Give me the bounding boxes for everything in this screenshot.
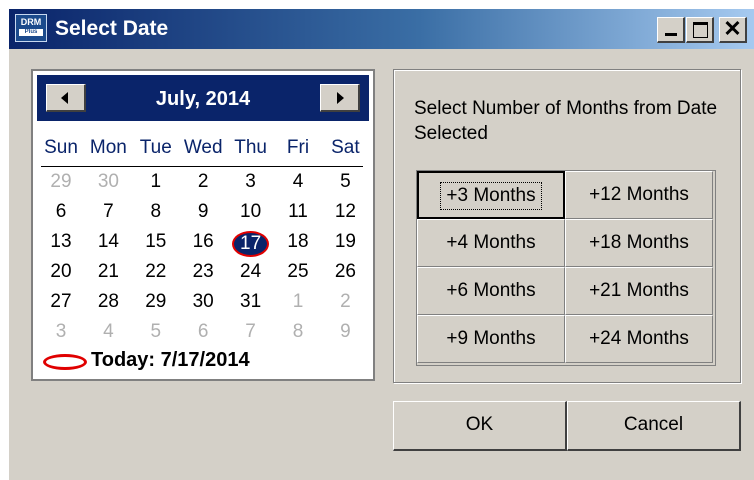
months-option-button[interactable]: +24 Months [565, 315, 713, 363]
minimize-icon [665, 33, 677, 36]
day-cell[interactable]: 11 [274, 201, 322, 223]
day-cell[interactable]: 8 [132, 201, 180, 223]
day-cell[interactable]: 26 [321, 261, 369, 283]
day-cell-other-month[interactable]: 3 [37, 321, 85, 343]
weekday-label: Mon [89, 137, 127, 158]
months-option-button[interactable]: +12 Months [565, 171, 713, 219]
week-row: 27 28 29 30 31 1 2 [37, 291, 369, 321]
selected-day-value: 17 [232, 231, 270, 257]
chevron-right-icon [337, 92, 344, 104]
week-row: 29 30 1 2 3 4 5 [37, 171, 369, 201]
day-cell-other-month[interactable]: 8 [274, 321, 322, 343]
day-cell[interactable]: 23 [179, 261, 227, 283]
day-cell-other-month[interactable]: 9 [321, 321, 369, 343]
day-cell-other-month[interactable]: 5 [132, 321, 180, 343]
day-cell[interactable]: 12 [321, 201, 369, 223]
month-year-label[interactable]: July, 2014 [97, 88, 309, 111]
months-option-button[interactable]: +9 Months [417, 315, 565, 363]
day-cell[interactable]: 7 [84, 201, 132, 223]
day-cell[interactable]: 21 [84, 261, 132, 283]
day-cell-other-month[interactable]: 4 [84, 321, 132, 343]
day-cell[interactable]: 4 [274, 171, 322, 193]
day-cell[interactable]: 16 [179, 231, 227, 253]
day-cell[interactable]: 18 [274, 231, 322, 253]
calendar: July, 2014 Sun Mon Tue Wed Thu Fri Sat 29 30 1 2 3… [31, 69, 375, 381]
day-cell[interactable]: 15 [132, 231, 180, 253]
day-cell[interactable]: 10 [227, 201, 275, 223]
day-cell[interactable]: 14 [84, 231, 132, 253]
day-cell[interactable]: 2 [179, 171, 227, 193]
week-row: 6 7 8 9 10 11 12 [37, 201, 369, 231]
calendar-header: July, 2014 [37, 75, 369, 121]
maximize-icon [693, 22, 708, 38]
day-cell[interactable]: 20 [37, 261, 85, 283]
day-cell[interactable]: 5 [321, 171, 369, 193]
week-row: 13 14 15 16 17 18 19 [37, 231, 369, 261]
title-bar[interactable]: DRM Plus Select Date ✕ [9, 9, 754, 49]
day-cell-selected[interactable]: 17 [227, 231, 275, 257]
app-icon-text: DRM [20, 17, 42, 27]
maximize-button[interactable] [686, 17, 714, 43]
close-icon: ✕ [723, 16, 742, 41]
weekday-label: Sun [44, 137, 78, 158]
day-cell[interactable]: 22 [132, 261, 180, 283]
weekday-label: Thu [234, 137, 267, 158]
day-cell[interactable]: 29 [132, 291, 180, 313]
day-cell[interactable]: 28 [84, 291, 132, 313]
chevron-left-icon [61, 92, 68, 104]
day-cell-other-month[interactable]: 6 [179, 321, 227, 343]
day-cell[interactable]: 30 [179, 291, 227, 313]
day-cell[interactable]: 27 [37, 291, 85, 313]
minimize-button[interactable] [657, 17, 685, 43]
app-icon-subtext: Plus [19, 29, 43, 36]
day-cell[interactable]: 31 [227, 291, 275, 313]
day-cell[interactable]: 24 [227, 261, 275, 283]
day-cell[interactable]: 19 [321, 231, 369, 253]
day-cell[interactable]: 1 [132, 171, 180, 193]
ok-button[interactable]: OK [393, 401, 567, 451]
today-label: Today: 7/17/2014 [91, 349, 250, 371]
day-cell-other-month[interactable]: 7 [227, 321, 275, 343]
app-icon: DRM Plus [15, 14, 47, 42]
months-option-button[interactable]: +4 Months [417, 219, 565, 267]
months-panel: Select Number of Months from Date Select… [393, 69, 741, 383]
cancel-button[interactable]: Cancel [567, 401, 741, 451]
day-cell-other-month[interactable]: 30 [84, 171, 132, 193]
day-cell-other-month[interactable]: 29 [37, 171, 85, 193]
today-marker-icon [43, 354, 87, 370]
prev-month-button[interactable] [46, 84, 86, 112]
months-option-button[interactable]: +3 Months [417, 171, 565, 219]
weekday-label: Fri [286, 137, 310, 158]
next-month-button[interactable] [320, 84, 360, 112]
months-option-button[interactable]: +21 Months [565, 267, 713, 315]
day-cell[interactable]: 13 [37, 231, 85, 253]
weekday-header-row: Sun Mon Tue Wed Thu Fri Sat [37, 137, 369, 167]
months-option-button[interactable]: +6 Months [417, 267, 565, 315]
dialog-window: DRM Plus Select Date ✕ July, 2014 Sun Mon… [8, 8, 754, 480]
months-option-button[interactable]: +18 Months [565, 219, 713, 267]
day-cell-other-month[interactable]: 2 [321, 291, 369, 313]
window-title: Select Date [55, 17, 169, 40]
day-cell-other-month[interactable]: 1 [274, 291, 322, 313]
week-row: 20 21 22 23 24 25 26 [37, 261, 369, 291]
today-link[interactable]: Today: 7/17/2014 [43, 347, 363, 375]
months-panel-label: Select Number of Months from Date Select… [414, 98, 718, 144]
weekday-label: Wed [183, 137, 223, 158]
weekday-label: Tue [139, 137, 172, 158]
weekday-divider [41, 166, 363, 167]
day-cell[interactable]: 9 [179, 201, 227, 223]
day-cell[interactable]: 25 [274, 261, 322, 283]
months-option-label: +3 Months [440, 182, 542, 210]
months-button-grid: +3 Months +12 Months +4 Months +18 Months +6… [416, 170, 716, 366]
day-cell[interactable]: 6 [37, 201, 85, 223]
weekday-label: Sat [331, 137, 360, 158]
day-cell[interactable]: 3 [227, 171, 275, 193]
close-button[interactable]: ✕ [719, 16, 747, 43]
